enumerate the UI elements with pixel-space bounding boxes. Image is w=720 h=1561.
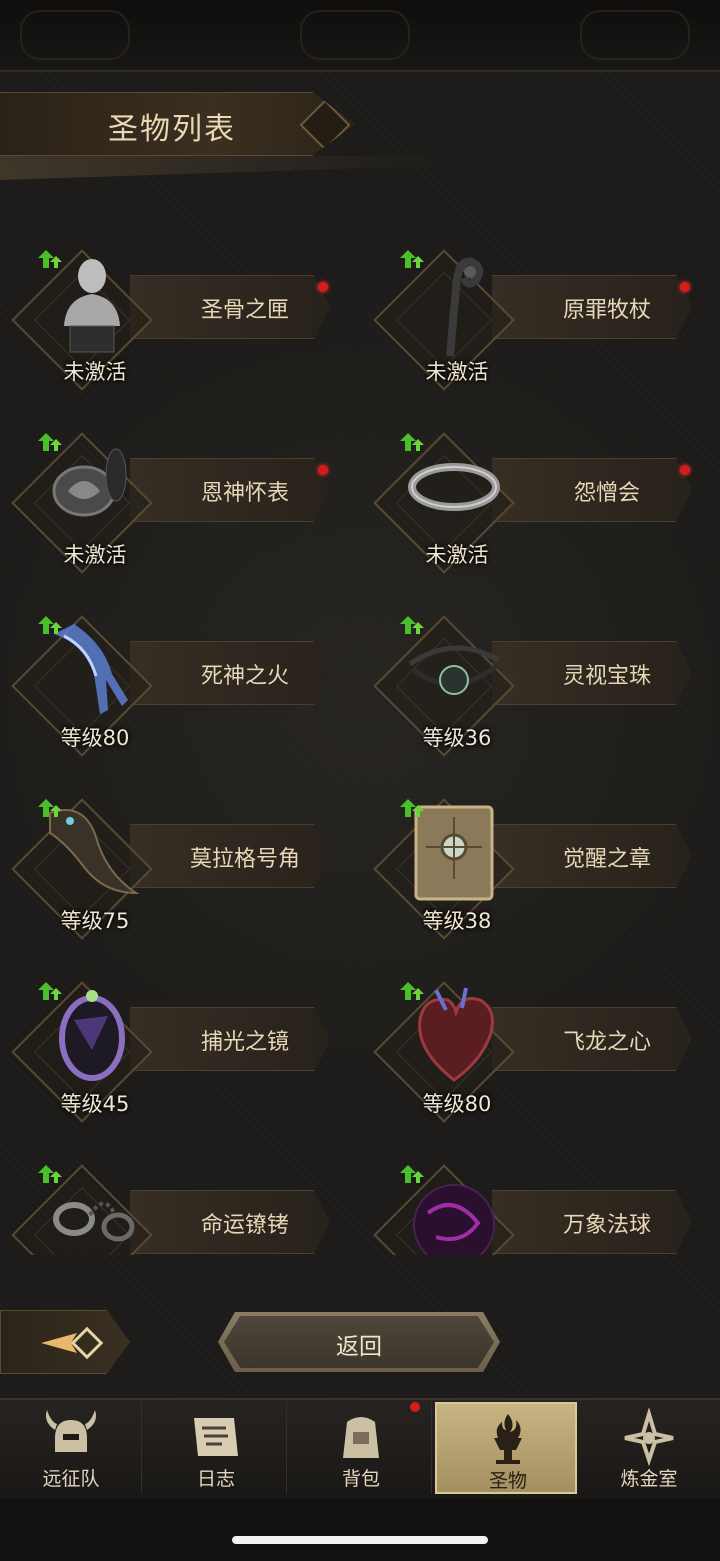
notification-dot [680, 465, 690, 475]
relic-name: 恩神怀表 [200, 481, 289, 506]
relic-name: 莫拉格号角 [189, 847, 300, 872]
relic-item[interactable]: 莫拉格号角 等级75 [0, 779, 340, 949]
relic-name: 怨憎会 [573, 481, 640, 506]
relic-name: 原罪牧杖 [562, 298, 651, 323]
upgrade-arrow-icon [38, 616, 62, 634]
upgrade-arrow-icon [38, 250, 62, 268]
brazier-icon [494, 1414, 522, 1464]
upgrade-arrow-icon [38, 433, 62, 451]
relic-item[interactable]: 怨憎会 未激活 [362, 413, 702, 583]
relic-status: 未激活 [63, 543, 127, 567]
tab-label: 炼金室 [620, 1468, 678, 1490]
horned-helmet-icon [46, 1410, 96, 1452]
notification-dot [318, 282, 328, 292]
page-title: 圣物列表 [108, 112, 236, 147]
home-indicator[interactable] [232, 1536, 488, 1544]
notification-dot [318, 465, 328, 475]
alchemy-icon [624, 1408, 674, 1466]
relic-item[interactable]: 灵视宝珠 等级36 [362, 596, 702, 766]
relic-list[interactable]: 圣骨之匣 未激活 原罪牧杖 未激活 恩神怀表 未激活 怨憎会 未激活 死神之火 … [0, 230, 720, 1255]
upgrade-arrow-icon [400, 1165, 424, 1183]
tab-journal[interactable]: 日志 [145, 1402, 287, 1494]
tab-label: 圣物 [488, 1470, 527, 1492]
tab-alchemy[interactable]: 炼金室 [578, 1402, 720, 1494]
relic-name: 觉醒之章 [562, 847, 651, 872]
relic-name: 死神之火 [200, 664, 289, 689]
upgrade-arrow-icon [400, 982, 424, 1000]
upgrade-arrow-icon [38, 982, 62, 1000]
tab-backpack[interactable]: 背包 [290, 1402, 432, 1494]
upgrade-arrow-icon [38, 1165, 62, 1183]
relic-name: 万象法球 [562, 1213, 651, 1238]
relic-status: 未激活 [63, 360, 127, 384]
top-ornament-border [0, 0, 720, 72]
relic-item[interactable]: 命运镣铐 [0, 1145, 340, 1255]
relic-name: 命运镣铐 [200, 1213, 289, 1238]
tab-relics[interactable]: 圣物 [435, 1402, 577, 1494]
upgrade-arrow-icon [400, 433, 424, 451]
relic-item[interactable]: 飞龙之心 等级80 [362, 962, 702, 1132]
relic-name: 飞龙之心 [562, 1030, 651, 1055]
notification-dot [680, 282, 690, 292]
relic-item[interactable]: 恩神怀表 未激活 [0, 413, 340, 583]
bottom-ornament-border [0, 1498, 720, 1561]
arrow-left-icon [41, 1326, 104, 1360]
relic-name: 圣骨之匣 [200, 298, 289, 323]
relic-status: 等级75 [60, 909, 130, 933]
knot-ornament [580, 10, 690, 60]
relic-item[interactable]: 捕光之镜 等级45 [0, 962, 340, 1132]
relic-item[interactable]: 死神之火 等级80 [0, 596, 340, 766]
knot-ornament [300, 10, 410, 60]
upgrade-arrow-icon [38, 799, 62, 817]
relic-status: 等级80 [422, 1092, 492, 1116]
tab-expedition[interactable]: 远征队 [0, 1402, 142, 1494]
relic-name: 捕光之镜 [200, 1030, 289, 1055]
tab-label: 远征队 [42, 1468, 100, 1490]
relic-item[interactable]: 原罪牧杖 未激活 [362, 230, 702, 400]
upgrade-arrow-icon [400, 799, 424, 817]
relic-item[interactable]: 觉醒之章 等级38 [362, 779, 702, 949]
relic-status: 等级45 [60, 1092, 130, 1116]
knot-ornament [20, 10, 130, 60]
upgrade-arrow-icon [400, 250, 424, 268]
relic-name: 灵视宝珠 [562, 664, 651, 689]
relic-status: 等级38 [422, 909, 492, 933]
notification-dot [410, 1402, 420, 1412]
relic-item[interactable]: 圣骨之匣 未激活 [0, 230, 340, 400]
relic-item[interactable]: 万象法球 [362, 1145, 702, 1255]
relic-status: 未激活 [425, 543, 489, 567]
relic-status: 未激活 [425, 360, 489, 384]
upgrade-arrow-icon [400, 616, 424, 634]
tab-label: 背包 [341, 1468, 380, 1490]
collapse-button[interactable] [0, 1310, 130, 1374]
tab-label: 日志 [196, 1468, 235, 1490]
relic-status: 等级36 [422, 726, 492, 750]
relic-status: 等级80 [60, 726, 130, 750]
bag-icon [343, 1417, 379, 1458]
back-button-label[interactable]: 返回 [218, 1327, 500, 1361]
scroll-icon [194, 1418, 238, 1456]
